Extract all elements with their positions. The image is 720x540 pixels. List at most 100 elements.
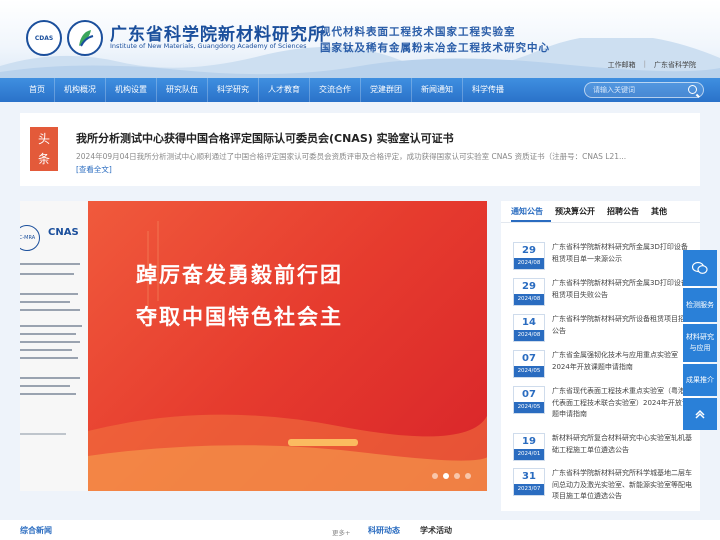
academy-logo-text: CDAS — [34, 34, 54, 42]
date-year-month: 2023/07 — [514, 484, 544, 495]
date-day: 07 — [522, 353, 536, 364]
date-day: 31 — [522, 471, 536, 482]
academy-link[interactable]: 广东省科学院 — [654, 60, 696, 70]
academy-logo[interactable]: CDAS — [26, 20, 62, 56]
notice-panel: 通知公告 预决算公开 招聘公告 其他 29 2024/08 广东省科学院新材料研究… — [501, 201, 700, 511]
main-nav: 首页 机构概况 机构设置 研究队伍 科学研究 人才教育 交流合作 党建群团 新闻… — [0, 78, 720, 102]
certificate-text-line — [20, 333, 76, 335]
headline-badge-char-1: 头 — [37, 132, 50, 146]
testing-service-button[interactable]: 检测服务 — [683, 288, 717, 322]
headline-panel: 头 条 我所分析测试中心获得中国合格评定国际认可委员会(CNAS) 实验室认可证… — [20, 113, 700, 186]
date-year-month: 2024/05 — [514, 402, 544, 413]
read-more-link[interactable]: [查看全文] — [76, 164, 112, 175]
bottom-sections: 综合新闻 更多+ 科研动态 学术活动 — [0, 520, 720, 540]
nav-party[interactable]: 党建群团 — [361, 78, 412, 102]
carousel-dots — [432, 473, 471, 479]
certificate-text-line — [20, 385, 70, 387]
date-day: 19 — [522, 436, 536, 447]
date-year-month: 2024/08 — [514, 258, 544, 269]
nav-cooperation[interactable]: 交流合作 — [310, 78, 361, 102]
cnas-certificate-image: C-MRA CNAS — [20, 201, 88, 491]
section-title-academic[interactable]: 学术活动 — [420, 525, 452, 536]
nav-education[interactable]: 人才教育 — [259, 78, 310, 102]
lab-name-1: 现代材料表面工程技术国家工程实验室 — [320, 26, 516, 38]
news-more-link[interactable]: 更多+ — [332, 527, 350, 537]
carousel-dot[interactable] — [465, 473, 471, 479]
headline-badge-char-2: 条 — [37, 152, 50, 166]
nav-science-communication[interactable]: 科学传播 — [463, 78, 513, 102]
work-email-link[interactable]: 工作邮箱 — [608, 60, 636, 70]
chevron-up-icon — [695, 409, 705, 419]
date-badge: 31 2023/07 — [513, 468, 545, 496]
notice-title[interactable]: 广东省金属强韧化技术与应用重点实验室 2024年开放课题申请指南 — [552, 350, 692, 373]
tab-announcements[interactable]: 通知公告 — [511, 201, 551, 222]
carousel-dot[interactable] — [454, 473, 460, 479]
date-badge: 29 2024/08 — [513, 278, 545, 306]
certificate-text-line — [20, 263, 80, 265]
wechat-button[interactable] — [683, 250, 717, 286]
slogan-line-1: 踔厉奋发勇毅前行团 — [136, 262, 343, 287]
slogan-line-2: 夺取中国特色社会主 — [136, 304, 343, 329]
date-badge: 29 2024/08 — [513, 242, 545, 270]
certificate-text-line — [20, 341, 80, 343]
institute-english-name: Institute of New Materials, Guangdong Ac… — [110, 42, 307, 50]
tab-budget[interactable]: 预决算公开 — [555, 201, 603, 222]
certificate-text-line — [20, 357, 78, 359]
search-placeholder: 请输入关键词 — [593, 86, 635, 94]
certificate-text-line — [20, 309, 80, 311]
section-title-research[interactable]: 科研动态 — [368, 525, 400, 536]
certificate-text-line — [20, 325, 82, 327]
tab-recruitment[interactable]: 招聘公告 — [607, 201, 647, 222]
certificate-signature-line — [20, 433, 66, 435]
date-day: 14 — [522, 317, 536, 328]
date-badge: 07 2024/05 — [513, 350, 545, 378]
carousel-dot-active[interactable] — [443, 473, 449, 479]
certificate-text-line — [20, 393, 76, 395]
banner-carousel[interactable]: C-MRA CNAS 踔厉奋发勇毅前行团 夺取中国特色社会主 — [20, 201, 487, 491]
notice-tabs: 通知公告 预决算公开 招聘公告 其他 — [501, 201, 700, 223]
certificate-text-line — [20, 301, 70, 303]
site-header: CDAS 广东省科学院新材料研究所 Institute of New Mater… — [0, 0, 720, 78]
date-badge: 14 2024/08 — [513, 314, 545, 342]
institute-logo[interactable] — [67, 20, 103, 56]
leaf-icon — [79, 30, 94, 47]
section-title-news[interactable]: 综合新闻 — [20, 525, 52, 536]
materials-research-button[interactable]: 材料研究与应用 — [683, 324, 717, 362]
notice-title[interactable]: 新材料研究所复合材料研究中心实验室轧机基础工程施工单位遴选公告 — [552, 433, 692, 456]
ilac-mra-logo: C-MRA — [20, 225, 40, 251]
date-day: 07 — [522, 389, 536, 400]
back-to-top-button[interactable] — [683, 398, 717, 430]
date-badge: 07 2024/05 — [513, 386, 545, 414]
certificate-text-line — [20, 349, 72, 351]
date-badge: 19 2024/01 — [513, 433, 545, 461]
nav-team[interactable]: 研究队伍 — [157, 78, 208, 102]
headline-summary: 2024年09月04日我所分析测试中心顺利通过了中国合格评定国家认可委员会资质评… — [76, 152, 627, 161]
nav-overview[interactable]: 机构概况 — [55, 78, 106, 102]
top-links: 工作邮箱 | 广东省科学院 — [608, 60, 696, 70]
notice-title[interactable]: 广东省现代表面工程技术重点实验室（粤港现代表面工程技术联合实验室）2024年开放… — [552, 386, 692, 421]
wechat-icon — [692, 261, 708, 274]
date-day: 29 — [522, 245, 536, 256]
nav-research[interactable]: 科学研究 — [208, 78, 259, 102]
certificate-text-line — [20, 377, 80, 379]
nav-home[interactable]: 首页 — [20, 78, 55, 102]
date-year-month: 2024/08 — [514, 330, 544, 341]
notice-title[interactable]: 广东省科学院新材料研究所金属3D打印设备租赁项目单一来源公示 — [552, 242, 692, 265]
cnas-logo: CNAS — [48, 227, 79, 238]
achievements-button[interactable]: 成果推介 — [683, 364, 717, 396]
notice-title[interactable]: 广东省科学院新材料研究所科学城基地二层车间总动力及激光实验室、新能源实验室等配电… — [552, 468, 692, 503]
nav-news[interactable]: 新闻通知 — [412, 78, 463, 102]
notice-title[interactable]: 广东省科学院新材料研究所设备租赁项目招标公告 — [552, 314, 692, 337]
search-icon[interactable] — [688, 85, 697, 94]
carousel-dot[interactable] — [432, 473, 438, 479]
date-year-month: 2024/08 — [514, 294, 544, 305]
notice-title[interactable]: 广东省科学院新材料研究所金属3D打印设备租赁项目失败公告 — [552, 278, 692, 301]
search-input[interactable]: 请输入关键词 — [584, 82, 704, 98]
headline-title[interactable]: 我所分析测试中心获得中国合格评定国际认可委员会(CNAS) 实验室认可证书 — [76, 130, 454, 146]
nav-departments[interactable]: 机构设置 — [106, 78, 157, 102]
top-links-separator: | — [643, 60, 646, 68]
tab-other[interactable]: 其他 — [651, 201, 675, 222]
lab-name-2: 国家钛及稀有金属粉末冶金工程技术研究中心 — [320, 42, 550, 54]
slogan-banner — [88, 201, 487, 491]
certificate-text-line — [20, 273, 74, 275]
